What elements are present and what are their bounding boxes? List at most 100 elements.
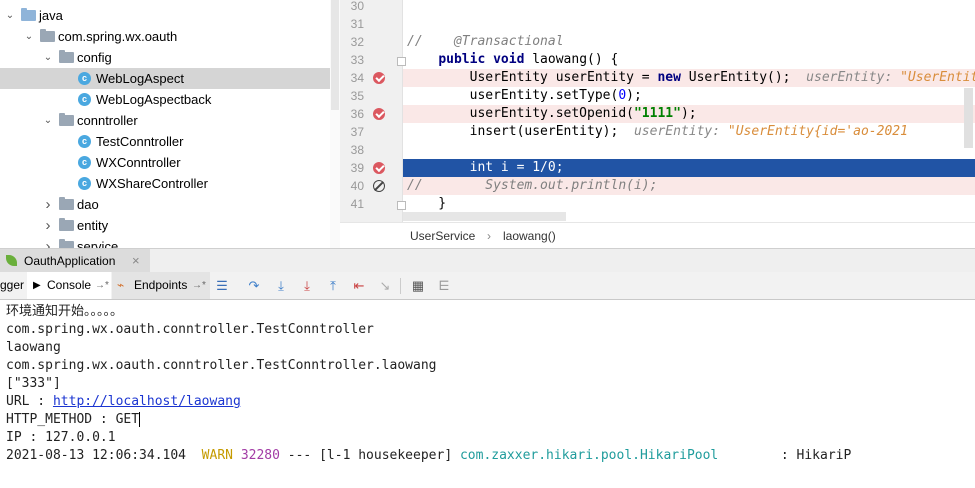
console-text: com.spring.wx.oauth.conntroller.TestConn… bbox=[6, 358, 437, 373]
code-line[interactable] bbox=[403, 141, 975, 159]
tab-console[interactable]: ▶ Console →* bbox=[27, 272, 111, 299]
tree-item-com-spring-wx-oauth[interactable]: ⌄ com.spring.wx.oauth bbox=[0, 26, 330, 47]
chevron-down-icon[interactable]: ⌄ bbox=[23, 26, 35, 47]
menu-icon[interactable]: ☰ bbox=[214, 278, 230, 294]
tree-item-wxsharecontroller[interactable]: c WXShareController bbox=[0, 173, 330, 194]
tree-item-service[interactable]: › service bbox=[0, 236, 330, 248]
step-into-icon[interactable]: ⤓ bbox=[273, 278, 289, 294]
tree-item-conntroller[interactable]: ⌄ conntroller bbox=[0, 110, 330, 131]
console-line: ["333"] bbox=[6, 375, 61, 393]
code-token: laowang() { bbox=[524, 52, 619, 67]
code-line[interactable]: userEntity.setType(0); bbox=[403, 87, 975, 105]
disabled-breakpoint-icon[interactable] bbox=[373, 180, 385, 192]
tree-item-entity[interactable]: › entity bbox=[0, 215, 330, 236]
trace-icon[interactable]: ⋿ bbox=[436, 278, 452, 294]
code-token: userEntity: bbox=[806, 70, 901, 85]
debugger-tab-label: gger bbox=[0, 278, 25, 292]
package-icon bbox=[59, 50, 74, 63]
chevron-right-icon[interactable]: › bbox=[42, 194, 54, 215]
console-text: laowang bbox=[6, 340, 61, 355]
breadcrumb-class[interactable]: UserService bbox=[410, 223, 475, 249]
tree-item-label: WXConntroller bbox=[96, 155, 181, 170]
code-line[interactable] bbox=[403, 0, 975, 15]
chevron-down-icon[interactable]: ⌄ bbox=[42, 110, 54, 131]
code-line[interactable] bbox=[403, 15, 975, 33]
code-line[interactable]: // @Transactional bbox=[403, 33, 975, 51]
tree-item-label: conntroller bbox=[77, 113, 138, 128]
console-text: 32280 bbox=[240, 448, 280, 463]
line-number: 30 bbox=[350, 0, 364, 13]
evaluate-icon[interactable]: ▦ bbox=[410, 278, 426, 294]
fold-marker-icon[interactable] bbox=[397, 57, 406, 66]
tree-item-label: config bbox=[77, 50, 112, 65]
tab-endpoints[interactable]: ⌁ Endpoints →* bbox=[112, 272, 210, 299]
project-tree[interactable]: ⌄ java ⌄ com.spring.wx.oauth ⌄ config c WebLogA… bbox=[0, 0, 330, 248]
editor-scroll-thumb[interactable] bbox=[964, 88, 973, 148]
console-text: 环境通知开始。。。。。 bbox=[6, 304, 124, 319]
code-token: int i = 1/0; bbox=[407, 160, 564, 175]
tab-debugger[interactable]: gger bbox=[0, 272, 26, 299]
step-over-icon[interactable]: ↷ bbox=[246, 278, 262, 294]
class-icon: c bbox=[78, 156, 91, 169]
tree-item-label: service bbox=[77, 239, 119, 248]
breakpoint-icon[interactable] bbox=[373, 162, 385, 174]
code-line[interactable]: } bbox=[403, 195, 975, 213]
console-line: HTTP_METHOD : GET bbox=[6, 411, 141, 429]
console-link[interactable]: http://localhost/laowang bbox=[53, 394, 241, 409]
step-out-icon[interactable]: ⤒ bbox=[325, 278, 341, 294]
tree-item-dao[interactable]: › dao bbox=[0, 194, 330, 215]
editor-hscroll-thumb[interactable] bbox=[403, 212, 566, 221]
force-step-into-icon[interactable]: ⤓ bbox=[299, 278, 315, 294]
breadcrumb-method[interactable]: laowang() bbox=[503, 223, 556, 249]
console-text: WARN bbox=[201, 448, 233, 463]
text-caret bbox=[139, 412, 141, 427]
line-number: 35 bbox=[350, 89, 364, 103]
chevron-down-icon[interactable]: ⌄ bbox=[42, 47, 54, 68]
code-editor[interactable]: // @Transactional public void laowang() … bbox=[403, 0, 975, 222]
chevron-down-icon[interactable]: ⌄ bbox=[4, 5, 16, 26]
tree-item-weblogaspectback[interactable]: c WebLogAspectback bbox=[0, 89, 330, 110]
close-tab-icon[interactable]: × bbox=[132, 249, 140, 273]
tree-item-label: entity bbox=[77, 218, 109, 233]
code-token: UserEntity(); bbox=[680, 70, 807, 85]
code-line[interactable]: insert(userEntity); userEntity: "UserEnt… bbox=[403, 123, 975, 141]
code-line[interactable]: UserEntity userEntity = new UserEntity()… bbox=[403, 69, 975, 87]
endpoints-icon: ⌁ bbox=[117, 278, 125, 292]
line-number: 36 bbox=[350, 107, 364, 121]
code-line[interactable]: public void laowang() { bbox=[403, 51, 975, 69]
tree-item-config[interactable]: ⌄ config bbox=[0, 47, 330, 68]
tree-item-weblogaspect[interactable]: c WebLogAspect bbox=[0, 68, 330, 89]
chevron-right-icon[interactable]: › bbox=[42, 215, 54, 236]
code-line[interactable]: userEntity.setOpenid("1111"); bbox=[403, 105, 975, 123]
console-output[interactable]: 环境通知开始。。。。。 com.spring.wx.oauth.conntroll… bbox=[0, 300, 975, 488]
code-line[interactable]: // System.out.println(i); bbox=[403, 177, 975, 195]
chevron-right-icon[interactable]: › bbox=[42, 236, 54, 248]
line-number: 41 bbox=[350, 197, 364, 211]
tab-oauth-application[interactable]: OauthApplication × bbox=[0, 249, 150, 273]
tree-item-wxconntroller[interactable]: c WXConntroller bbox=[0, 152, 330, 173]
line-number: 31 bbox=[350, 17, 364, 31]
code-token: "1111" bbox=[633, 106, 681, 121]
endpoints-tab-label: Endpoints bbox=[134, 278, 188, 292]
drop-frame-icon[interactable]: ⇤ bbox=[351, 278, 367, 294]
breakpoint-icon[interactable] bbox=[373, 72, 385, 84]
package-icon bbox=[59, 218, 74, 231]
tree-item-testconntroller[interactable]: c TestConntroller bbox=[0, 131, 330, 152]
tree-item-java[interactable]: ⌄ java bbox=[0, 5, 330, 26]
tree-item-label: WXShareController bbox=[96, 176, 208, 191]
tree-scroll-thumb[interactable] bbox=[331, 0, 339, 110]
tree-scrollbar[interactable] bbox=[330, 0, 340, 248]
package-icon bbox=[59, 239, 74, 248]
code-token: userEntity: bbox=[633, 124, 728, 139]
fold-marker-icon[interactable] bbox=[397, 201, 406, 210]
console-text: com.spring.wx.oauth.conntroller.TestConn… bbox=[6, 322, 374, 337]
breakpoint-icon[interactable] bbox=[373, 108, 385, 120]
console-text: : HikariP bbox=[718, 448, 852, 463]
code-line[interactable]: int i = 1/0; bbox=[403, 159, 975, 177]
code-token: "UserEntity{id='ao-2021 bbox=[900, 70, 975, 85]
code-token: ); bbox=[626, 88, 642, 103]
editor-gutter[interactable]: 30 31 32 33 34 35 36 37 38 39 40 41 bbox=[340, 0, 403, 222]
run-to-cursor-icon[interactable]: ↘ bbox=[377, 278, 393, 294]
console-text: com.zaxxer.hikari.pool.HikariPool bbox=[459, 448, 719, 463]
